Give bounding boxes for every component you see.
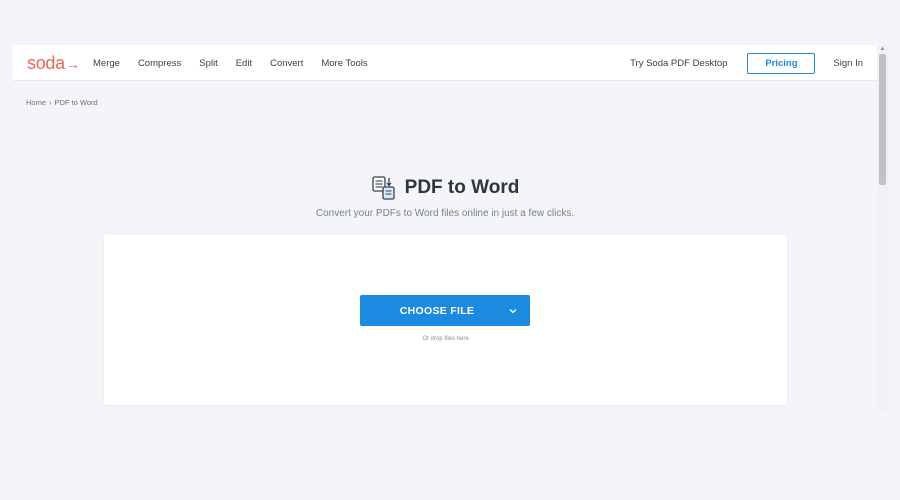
scrollbar-thumb[interactable] — [879, 54, 886, 185]
breadcrumb-separator: › — [49, 98, 52, 107]
nav-item-merge[interactable]: Merge — [93, 58, 120, 69]
nav-item-more-tools[interactable]: More Tools — [321, 58, 367, 69]
nav-right-group: Try Soda PDF Desktop Pricing Sign In — [630, 45, 877, 81]
upload-dropzone[interactable]: CHOOSE FILE Or drop files here — [104, 235, 787, 405]
choose-file-label: CHOOSE FILE — [399, 304, 475, 317]
chevron-down-icon[interactable] — [496, 295, 530, 326]
top-navbar: soda → Merge Compress Split Edit Convert… — [13, 45, 877, 81]
page-title: PDF to Word — [404, 177, 520, 198]
drop-files-hint: Or drop files here — [422, 336, 469, 342]
main-menu: Merge Compress Split Edit Convert More T… — [93, 45, 386, 81]
pdf-to-word-icon — [372, 176, 395, 200]
nav-item-compress[interactable]: Compress — [138, 58, 181, 69]
sign-in-link[interactable]: Sign In — [833, 58, 863, 69]
choose-file-button[interactable]: CHOOSE FILE — [360, 295, 530, 326]
nav-item-split[interactable]: Split — [199, 58, 217, 69]
browser-page: soda → Merge Compress Split Edit Convert… — [13, 45, 888, 455]
soda-logo[interactable]: soda → — [27, 53, 80, 74]
logo-text: soda — [27, 53, 65, 73]
page-viewport: soda → Merge Compress Split Edit Convert… — [13, 45, 877, 455]
try-desktop-link[interactable]: Try Soda PDF Desktop — [630, 58, 727, 69]
page-subtitle: Convert your PDFs to Word files online i… — [315, 208, 575, 219]
page-heading: PDF to Word — [13, 175, 877, 201]
nav-item-convert[interactable]: Convert — [270, 58, 303, 69]
breadcrumb: Home › PDF to Word — [26, 98, 98, 107]
arrow-right-icon: → — [65, 55, 80, 72]
breadcrumb-home[interactable]: Home — [26, 98, 46, 107]
scroll-up-arrow-icon[interactable]: ▲ — [877, 45, 888, 54]
breadcrumb-current: PDF to Word — [54, 98, 98, 107]
nav-item-edit[interactable]: Edit — [236, 58, 252, 69]
vertical-scrollbar[interactable]: ▲ — [877, 45, 888, 410]
pricing-button[interactable]: Pricing — [747, 52, 816, 74]
